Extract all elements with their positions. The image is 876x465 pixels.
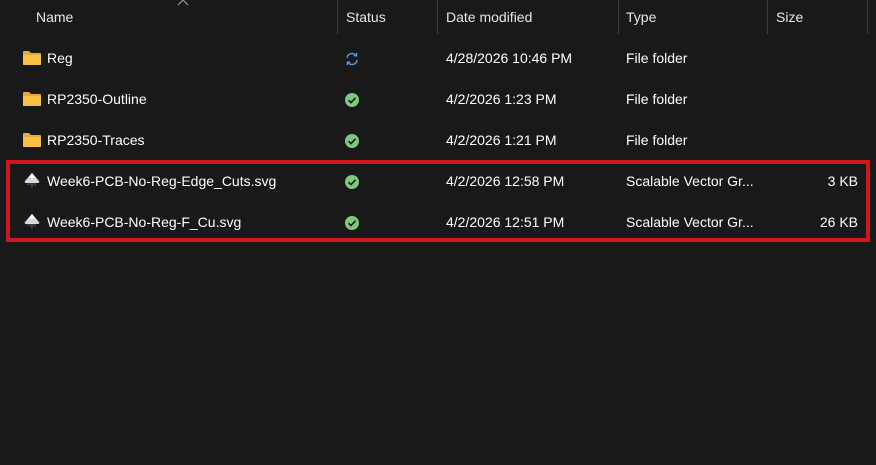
file-name[interactable]: RP2350-Outline [47, 79, 337, 120]
column-divider[interactable] [618, 0, 619, 34]
column-divider[interactable] [337, 0, 338, 34]
file-explorer-list: Name Status Date modified Type Size Reg … [0, 0, 876, 465]
file-date-modified: 4/2/2026 1:21 PM [446, 132, 557, 148]
file-row-reg[interactable]: Reg 4/28/2026 10:46 PM File folder [0, 38, 876, 79]
folder-icon [23, 92, 41, 106]
file-name[interactable]: Reg [47, 38, 337, 79]
file-type: File folder [626, 132, 688, 148]
column-header-status[interactable]: Status [340, 0, 436, 34]
check-circle-icon [345, 134, 359, 148]
file-type: File folder [626, 91, 688, 107]
column-divider[interactable] [867, 0, 868, 34]
sync-icon [346, 52, 358, 66]
check-circle-icon [345, 93, 359, 107]
column-header-size[interactable]: Size [770, 0, 866, 34]
folder-icon [23, 51, 41, 65]
column-header-type[interactable]: Type [620, 0, 766, 34]
column-divider[interactable] [767, 0, 768, 34]
column-divider[interactable] [437, 0, 438, 34]
column-header-name[interactable]: Name [30, 0, 336, 34]
column-header-date-modified[interactable]: Date modified [440, 0, 616, 34]
file-row-rp2350-traces[interactable]: RP2350-Traces 4/2/2026 1:21 PM File fold… [0, 120, 876, 161]
highlight-annotation-box [6, 160, 870, 242]
file-date-modified: 4/2/2026 1:23 PM [446, 91, 557, 107]
file-name[interactable]: RP2350-Traces [47, 120, 337, 161]
file-size [772, 120, 858, 161]
file-size [772, 79, 858, 120]
file-date-modified: 4/28/2026 10:46 PM [446, 50, 573, 66]
file-type: File folder [626, 50, 688, 66]
file-row-rp2350-outline[interactable]: RP2350-Outline 4/2/2026 1:23 PM File fol… [0, 79, 876, 120]
file-size [772, 38, 858, 79]
folder-icon [23, 133, 41, 147]
column-header-bar: Name Status Date modified Type Size [0, 0, 876, 34]
